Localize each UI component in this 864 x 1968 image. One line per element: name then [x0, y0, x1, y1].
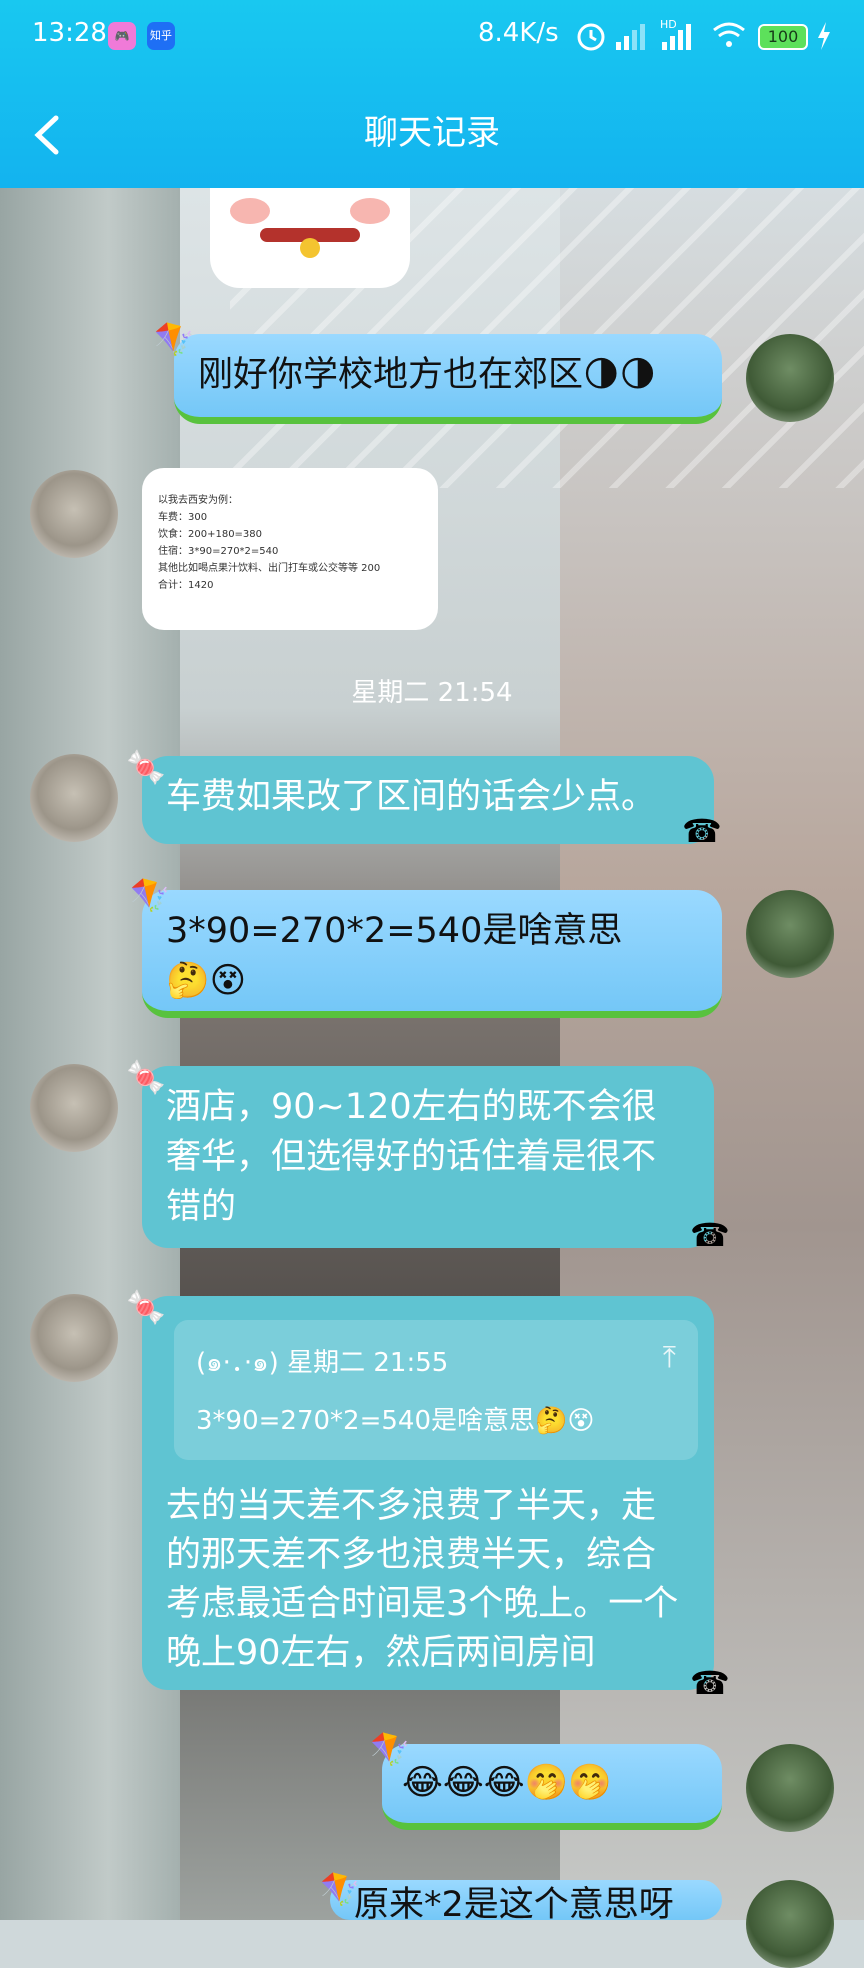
- sticker-image[interactable]: [210, 188, 410, 288]
- candy-icon: 🍬: [126, 1288, 166, 1326]
- kite-icon: 🪁: [130, 876, 170, 914]
- telephone-icon: ☎: [690, 1664, 730, 1702]
- my-avatar[interactable]: [746, 890, 834, 978]
- my-avatar[interactable]: [746, 1880, 834, 1968]
- message-bubble[interactable]: 原来*2是这个意思呀: [330, 1880, 722, 1920]
- kite-icon: 🪁: [370, 1730, 410, 1768]
- battery-indicator: 100: [758, 24, 808, 50]
- doc-line: 以我去西安为例：: [158, 495, 238, 506]
- message-bubble[interactable]: 车费如果改了区间的话会少点。: [142, 756, 714, 844]
- doc-line: 饮食：200+180=380: [158, 529, 263, 540]
- contact-avatar[interactable]: [30, 1064, 118, 1152]
- candy-icon: 🍬: [126, 1058, 166, 1096]
- signal-icon: [616, 24, 645, 50]
- alarm-icon: [577, 23, 605, 51]
- contact-avatar[interactable]: [30, 1294, 118, 1382]
- image-message-document[interactable]: 以我去西安为例： 车费：300 饮食：200+180=380 住宿：3*90=2…: [142, 468, 438, 630]
- message-text: 去的当天差不多浪费了半天，走的那天差不多也浪费半天，综合考虑最适合时间是3个晚上…: [166, 1486, 679, 1673]
- message-text: 3*90=270*2=540是啥意思🤔😵: [166, 911, 623, 1001]
- my-avatar[interactable]: [746, 334, 834, 422]
- message-bubble[interactable]: 😂😂😂🤭🤭: [382, 1744, 722, 1830]
- my-avatar[interactable]: [746, 1744, 834, 1832]
- zhihu-app-icon: 知乎: [147, 22, 175, 50]
- kite-icon: 🪁: [320, 1870, 360, 1908]
- quote-header: (๑·．·๑) 星期二 21:55: [196, 1348, 449, 1378]
- charging-icon: [818, 22, 830, 50]
- doc-line: 其他比如喝点果汁饮料、出门打车或公交等等 200: [158, 563, 381, 574]
- message-text: 原来*2是这个意思呀: [354, 1885, 674, 1920]
- telephone-icon: ☎: [682, 812, 722, 850]
- message-text: 刚好你学校地方也在郊区🌗🌗: [198, 355, 656, 395]
- status-bar: 13:28 🎮 知乎 8.4K/s HD 100: [0, 0, 864, 72]
- message-bubble[interactable]: 3*90=270*2=540是啥意思🤔😵: [142, 890, 722, 1018]
- quote-jump-icon[interactable]: ⤒: [663, 1340, 676, 1375]
- game-app-icon: 🎮: [108, 22, 136, 50]
- message-bubble[interactable]: 酒店，90~120左右的既不会很奢华，但选得好的话住着是很不错的: [142, 1066, 714, 1248]
- chat-timestamp: 星期二 21:54: [351, 678, 513, 708]
- doc-line: 车费：300: [158, 512, 208, 523]
- message-text: 酒店，90~120左右的既不会很奢华，但选得好的话住着是很不错的: [166, 1087, 657, 1227]
- wifi-icon: [713, 22, 745, 47]
- page-title: 聊天记录: [364, 113, 500, 153]
- message-bubble[interactable]: 刚好你学校地方也在郊区🌗🌗: [174, 334, 722, 424]
- status-time: 13:28: [32, 18, 107, 48]
- telephone-icon: ☎: [690, 1216, 730, 1254]
- quoted-reply[interactable]: (๑·．·๑) 星期二 21:55 ⤒ 3*90=270*2=540是啥意思🤔😵: [174, 1320, 698, 1460]
- candy-icon: 🍬: [126, 748, 166, 786]
- quote-body: 3*90=270*2=540是啥意思🤔😵: [196, 1406, 595, 1436]
- message-text: 车费如果改了区间的话会少点。: [166, 777, 657, 817]
- network-speed: 8.4K/s: [478, 18, 559, 48]
- top-bar: 13:28 🎮 知乎 8.4K/s HD 100 聊天记录: [0, 0, 864, 188]
- svg-text:HD: HD: [660, 18, 677, 31]
- contact-avatar[interactable]: [30, 470, 118, 558]
- message-text: 😂😂😂🤭🤭: [402, 1763, 612, 1803]
- signal-hd-icon: HD: [660, 18, 691, 50]
- contact-avatar[interactable]: [30, 754, 118, 842]
- doc-line: 住宿：3*90=270*2=540: [158, 546, 279, 557]
- kite-icon: 🪁: [154, 320, 194, 358]
- doc-line: 合计：1420: [158, 580, 214, 591]
